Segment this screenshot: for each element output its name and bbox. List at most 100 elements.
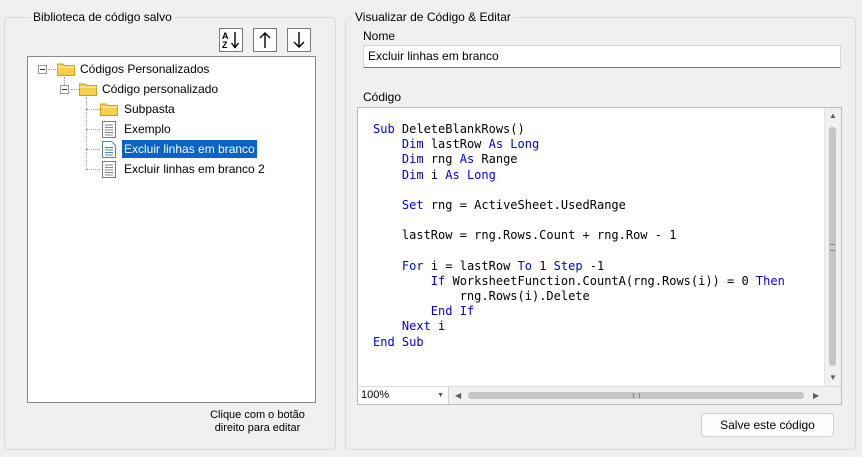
code-token: rng.Rows(i).Delete	[373, 289, 590, 304]
folder-icon	[100, 103, 118, 116]
code-line[interactable]: Dim i As Long	[373, 168, 785, 183]
code-line[interactable]: Set rng = ActiveSheet.UsedRange	[373, 198, 785, 213]
scroll-down-icon[interactable]: ▼	[829, 373, 837, 382]
arrow-up-icon	[259, 32, 271, 48]
code-keyword: Set	[401, 197, 424, 212]
zoom-value: 100%	[361, 389, 390, 401]
document-icon	[102, 121, 116, 138]
tree-connector	[86, 97, 87, 169]
code-token: DeleteBlankRows()	[394, 122, 525, 136]
code-token: i = lastRow	[423, 258, 518, 273]
arrow-down-icon	[293, 32, 305, 48]
sort-az-button[interactable]: A Z	[219, 28, 243, 52]
document-icon	[102, 161, 116, 178]
edit-hint: Clique com o botão direito para editar	[195, 409, 320, 435]
code-line[interactable]	[373, 213, 785, 228]
code-line[interactable]: Dim lastRow As Long	[373, 137, 785, 152]
move-down-button[interactable]	[287, 28, 311, 52]
code-keyword: Sub	[373, 122, 395, 136]
code-line[interactable]: Next i	[373, 319, 785, 334]
folder-icon	[79, 83, 97, 96]
code-keyword: For	[401, 258, 424, 273]
code-token: i	[430, 319, 446, 334]
vertical-scrollbar[interactable]: ▲ ▼	[824, 108, 841, 387]
code-text[interactable]: Sub DeleteBlankRows() Dim lastRow As Lon…	[373, 122, 785, 350]
tree-item-label: Códigos Personalizados	[80, 62, 210, 76]
code-token: rng = ActiveSheet.UsedRange	[423, 197, 626, 212]
scroll-right-icon[interactable]: ▶	[813, 391, 819, 400]
name-label: Nome	[363, 29, 396, 43]
tree-item-label: Excluir linhas em branco 2	[124, 162, 265, 176]
zoom-select[interactable]: 100% ▼	[358, 387, 449, 404]
code-line[interactable]: For i = lastRow To 1 Step -1	[373, 259, 785, 274]
tree-connector	[86, 169, 100, 170]
code-token: 1	[531, 258, 554, 273]
code-keyword: As Long	[488, 137, 540, 152]
code-label: Código	[363, 90, 402, 104]
tree-item-label: Exemplo	[124, 122, 171, 136]
code-line[interactable]: If WorksheetFunction.CountA(rng.Rows(i))…	[373, 274, 785, 289]
tree-item-subpasta[interactable]: Subpasta	[100, 100, 300, 118]
tree-item-label: Subpasta	[124, 102, 175, 116]
code-keyword: End Sub	[373, 334, 424, 349]
tree-item-codigo-personalizado[interactable]: Código personalizado	[57, 80, 297, 98]
code-line[interactable]: End If	[373, 304, 785, 319]
tree-item-label-selected: Excluir linhas em branco	[122, 140, 257, 158]
code-token: lastRow	[423, 137, 489, 152]
code-keyword: Then	[755, 273, 785, 288]
code-line[interactable]: End Sub	[373, 335, 785, 350]
save-code-button[interactable]: Salve este código	[701, 413, 834, 437]
scroll-up-icon[interactable]: ▲	[829, 111, 837, 120]
code-library-tree[interactable]: Códigos Personalizados Código personaliz…	[27, 56, 316, 403]
horizontal-scroll-area: 100% ▼ ◀ ▶	[358, 386, 841, 404]
code-line[interactable]	[373, 183, 785, 198]
svg-text:Z: Z	[222, 40, 228, 50]
edit-hint-line2: direito para editar	[214, 422, 301, 434]
code-editor[interactable]: Sub DeleteBlankRows() Dim lastRow As Lon…	[357, 107, 842, 405]
tree-connector	[86, 149, 100, 150]
code-token: WorksheetFunction.CountA(rng.Rows(i)) = …	[445, 273, 756, 288]
code-line[interactable]: rng.Rows(i).Delete	[373, 289, 785, 304]
tree-item-label: Código personalizado	[102, 82, 219, 96]
code-token: -1	[582, 258, 605, 273]
grip-icon	[830, 244, 835, 251]
code-keyword: Dim	[401, 152, 424, 167]
tree-item-codigos-personalizados[interactable]: Códigos Personalizados	[35, 60, 275, 78]
code-line[interactable]: Sub DeleteBlankRows()	[373, 122, 785, 137]
code-keyword: If	[430, 273, 446, 288]
code-token: rng	[423, 152, 460, 167]
code-line[interactable]: Dim rng As Range	[373, 152, 785, 167]
code-keyword: End If	[430, 304, 475, 319]
code-keyword: To	[517, 258, 532, 273]
code-keyword: Next	[401, 319, 431, 334]
move-up-button[interactable]	[253, 28, 277, 52]
name-input[interactable]: Excluir linhas em branco	[363, 45, 841, 68]
code-keyword: Dim	[401, 167, 424, 182]
collapse-icon[interactable]	[38, 65, 47, 74]
tree-item-excluir-linhas-em-branco[interactable]: Excluir linhas em branco	[100, 140, 300, 158]
chevron-down-icon[interactable]: ▼	[437, 387, 444, 404]
code-token: Range	[474, 152, 518, 167]
code-line[interactable]: lastRow = rng.Rows.Count + rng.Row - 1	[373, 228, 785, 243]
document-icon	[102, 141, 116, 158]
code-keyword: Step	[553, 258, 583, 273]
scroll-left-icon[interactable]: ◀	[455, 391, 461, 400]
code-keyword: As Long	[445, 167, 496, 182]
tree-item-excluir-linhas-em-branco-2[interactable]: Excluir linhas em branco 2	[100, 160, 310, 178]
code-line[interactable]	[373, 244, 785, 259]
code-token: lastRow = rng.Rows.Count + rng.Row - 1	[373, 228, 677, 243]
code-keyword: Dim	[401, 137, 424, 152]
edit-hint-line1: Clique com o botão	[210, 409, 305, 421]
collapse-icon[interactable]	[60, 85, 69, 94]
tree-connector	[86, 109, 100, 110]
code-keyword: As	[459, 152, 475, 167]
sort-az-icon: A Z	[222, 31, 240, 50]
tree-item-exemplo[interactable]: Exemplo	[100, 120, 300, 138]
